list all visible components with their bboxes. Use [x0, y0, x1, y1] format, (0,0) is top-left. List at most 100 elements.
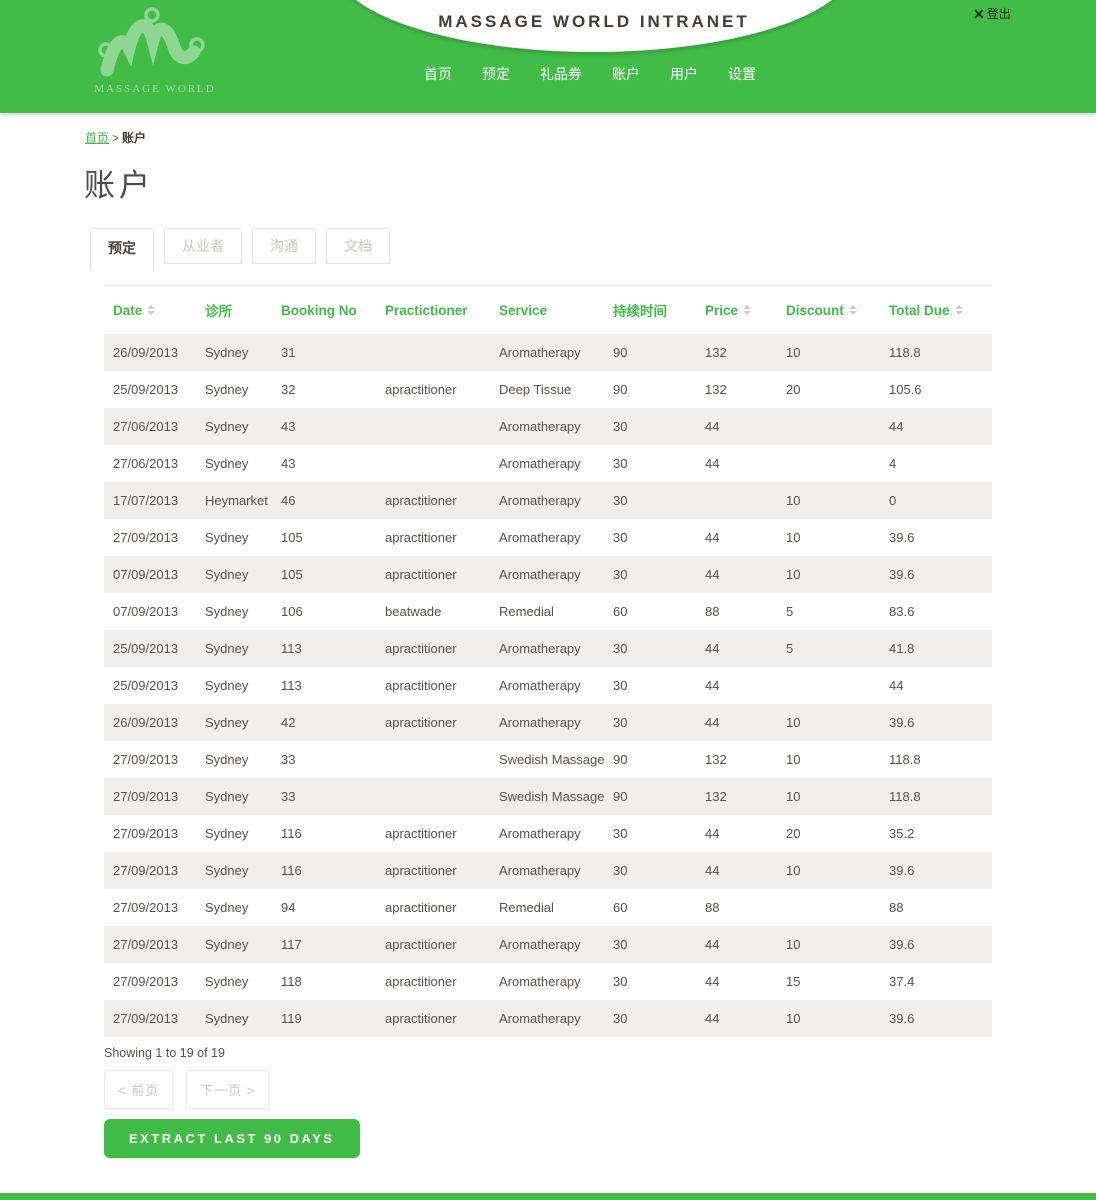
table-cell: Sydney	[196, 530, 272, 545]
table-cell: Remedial	[490, 900, 604, 915]
table-cell: 117	[272, 937, 376, 952]
table-cell: 118.8	[880, 789, 992, 804]
column-label: 持续时间	[613, 300, 667, 320]
nav-item-5[interactable]: 设置	[728, 64, 756, 84]
tab-3[interactable]: 文档	[326, 228, 390, 264]
table-header-row: Date诊所Booking NoPractictionerService持续时间…	[104, 285, 992, 334]
table-row: 27/09/2013Sydney116apractitionerAromathe…	[104, 815, 992, 852]
table-cell: 90	[604, 752, 696, 767]
table-cell: 30	[604, 419, 696, 434]
table-cell: 90	[604, 789, 696, 804]
table-cell: Aromatherapy	[490, 678, 604, 693]
table-cell: 10	[777, 345, 880, 360]
nav-item-2[interactable]: 礼品券	[540, 64, 582, 84]
table-cell: 27/09/2013	[104, 974, 196, 989]
prev-page-button[interactable]: < 前页	[104, 1070, 173, 1109]
table-cell: Sydney	[196, 900, 272, 915]
table-cell: 132	[696, 345, 777, 360]
extract-last-90-days-button[interactable]: EXTRACT LAST 90 DAYS	[104, 1119, 360, 1158]
table-cell: 44	[696, 678, 777, 693]
column-header-8[interactable]: Total Due	[880, 303, 992, 318]
table-cell: 44	[696, 715, 777, 730]
table-cell: Aromatherapy	[490, 641, 604, 656]
table-row: 26/09/2013Sydney42apractitionerAromather…	[104, 704, 992, 741]
table-cell: 33	[272, 789, 376, 804]
nav-item-0[interactable]: 首页	[424, 64, 452, 84]
nav-item-1[interactable]: 预定	[482, 64, 510, 84]
table-cell: 39.6	[880, 1011, 992, 1026]
table-cell: Sydney	[196, 863, 272, 878]
table-cell: 43	[272, 456, 376, 471]
table-cell: 30	[604, 641, 696, 656]
table-cell: 44	[696, 456, 777, 471]
table-cell: 44	[696, 567, 777, 582]
tab-bar: 预定从业者沟通文档	[90, 228, 390, 270]
table-cell: 39.6	[880, 863, 992, 878]
table-cell: 27/09/2013	[104, 863, 196, 878]
table-cell: 30	[604, 530, 696, 545]
table-cell: Sydney	[196, 641, 272, 656]
table-cell: 32	[272, 382, 376, 397]
tab-0[interactable]: 预定	[90, 228, 154, 270]
table-cell: apractitioner	[376, 937, 490, 952]
table-row: 25/09/2013Sydney113apractitionerAromathe…	[104, 630, 992, 667]
table-cell: 44	[696, 937, 777, 952]
table-cell: 88	[696, 604, 777, 619]
table-cell: Sydney	[196, 789, 272, 804]
table-cell: Sydney	[196, 974, 272, 989]
table-cell: 41.8	[880, 641, 992, 656]
table-cell: 10	[777, 937, 880, 952]
column-header-1: 诊所	[196, 300, 272, 320]
table-cell: 106	[272, 604, 376, 619]
nav-item-3[interactable]: 账户	[612, 64, 640, 84]
table-cell: 90	[604, 382, 696, 397]
table-cell: Remedial	[490, 604, 604, 619]
table-cell: 30	[604, 937, 696, 952]
logo-caption: MASSAGE WORLD	[85, 83, 225, 95]
next-page-button[interactable]: 下一页 >	[186, 1070, 269, 1109]
main-nav: 首页 预定 礼品券 账户 用户 设置	[424, 64, 756, 84]
table-cell: 42	[272, 715, 376, 730]
table-cell: Sydney	[196, 604, 272, 619]
table-cell: 10	[777, 567, 880, 582]
table-row: 25/09/2013Sydney32apractitionerDeep Tiss…	[104, 371, 992, 408]
breadcrumb-home-link[interactable]: 首页	[85, 131, 109, 145]
column-header-6[interactable]: Price	[696, 303, 777, 318]
table-cell: 30	[604, 567, 696, 582]
table-cell: 44	[696, 863, 777, 878]
sort-icon	[743, 305, 751, 315]
table-cell: 27/09/2013	[104, 530, 196, 545]
banner-title: MASSAGE WORLD INTRANET	[334, 12, 854, 32]
table-cell: 105	[272, 567, 376, 582]
tab-1[interactable]: 从业者	[164, 228, 242, 264]
table-cell: 10	[777, 1011, 880, 1026]
table-cell: 44	[696, 1011, 777, 1026]
table-cell: beatwade	[376, 604, 490, 619]
table-cell: 30	[604, 715, 696, 730]
table-cell: 27/09/2013	[104, 900, 196, 915]
nav-item-4[interactable]: 用户	[670, 64, 698, 84]
column-header-3: Practictioner	[376, 303, 490, 318]
table-cell: 30	[604, 493, 696, 508]
table-cell: apractitioner	[376, 567, 490, 582]
table-cell: 27/09/2013	[104, 789, 196, 804]
column-label: Discount	[786, 303, 844, 318]
table-cell: 39.6	[880, 715, 992, 730]
logout-button[interactable]: ✕ 登出	[973, 5, 1011, 22]
table-cell: 44	[696, 530, 777, 545]
table-row: 27/06/2013Sydney43Aromatherapy30444	[104, 445, 992, 482]
table-cell: apractitioner	[376, 1011, 490, 1026]
table-row: 27/09/2013Sydney119apractitionerAromathe…	[104, 1000, 992, 1037]
breadcrumb-current: 账户	[122, 131, 146, 145]
table-cell: 88	[880, 900, 992, 915]
app-header: MASSAGE WORLD INTRANET MASSAGE WORLD 首页 预…	[0, 0, 1096, 113]
column-header-0[interactable]: Date	[104, 303, 196, 318]
footer-bar	[0, 1193, 1096, 1200]
table-row: 27/06/2013Sydney43Aromatherapy304444	[104, 408, 992, 445]
column-header-7[interactable]: Discount	[777, 303, 880, 318]
table-cell: 10	[777, 493, 880, 508]
table-cell: Sydney	[196, 567, 272, 582]
tab-2[interactable]: 沟通	[252, 228, 316, 264]
table-cell: apractitioner	[376, 715, 490, 730]
table-row: 07/09/2013Sydney106beatwadeRemedial60885…	[104, 593, 992, 630]
